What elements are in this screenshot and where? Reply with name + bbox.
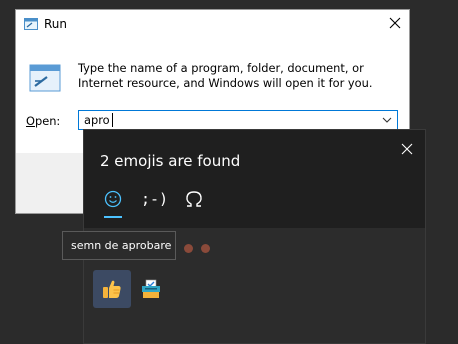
text-caret bbox=[112, 113, 113, 127]
thumbs-up-emoji-icon bbox=[103, 280, 121, 298]
open-input[interactable]: apro bbox=[84, 113, 110, 127]
emoji-result-ballot-box[interactable] bbox=[132, 270, 170, 308]
close-icon[interactable] bbox=[387, 15, 403, 31]
title-bar[interactable]: Run bbox=[16, 10, 409, 39]
smiley-icon[interactable] bbox=[101, 188, 125, 210]
kaomoji-label: ;-) bbox=[141, 190, 169, 208]
emoji-results-count: 2 emojis are found bbox=[100, 152, 241, 170]
omega-icon[interactable] bbox=[182, 188, 206, 210]
emoji-result-thumbs-up[interactable] bbox=[93, 270, 131, 308]
emoji-panel-header: 2 emojis are found ;-) bbox=[84, 130, 425, 228]
ballot-box-emoji-icon bbox=[142, 279, 160, 298]
chevron-down-icon[interactable] bbox=[382, 116, 392, 124]
window-title: Run bbox=[44, 17, 68, 31]
tab-kaomoji[interactable]: ;-) bbox=[141, 188, 169, 210]
active-tab-indicator bbox=[104, 216, 122, 218]
tooltip-text: semn de aprobare bbox=[71, 239, 172, 252]
run-description: Type the name of a program, folder, docu… bbox=[78, 61, 373, 90]
open-label: Open: bbox=[26, 114, 61, 128]
run-program-icon bbox=[29, 64, 61, 92]
close-icon[interactable] bbox=[401, 143, 413, 155]
open-combobox[interactable]: apro bbox=[78, 110, 398, 130]
loading-dot bbox=[184, 244, 193, 253]
emoji-tooltip: semn de aprobare bbox=[62, 231, 176, 260]
loading-dot bbox=[201, 244, 210, 253]
run-app-icon bbox=[24, 18, 38, 30]
